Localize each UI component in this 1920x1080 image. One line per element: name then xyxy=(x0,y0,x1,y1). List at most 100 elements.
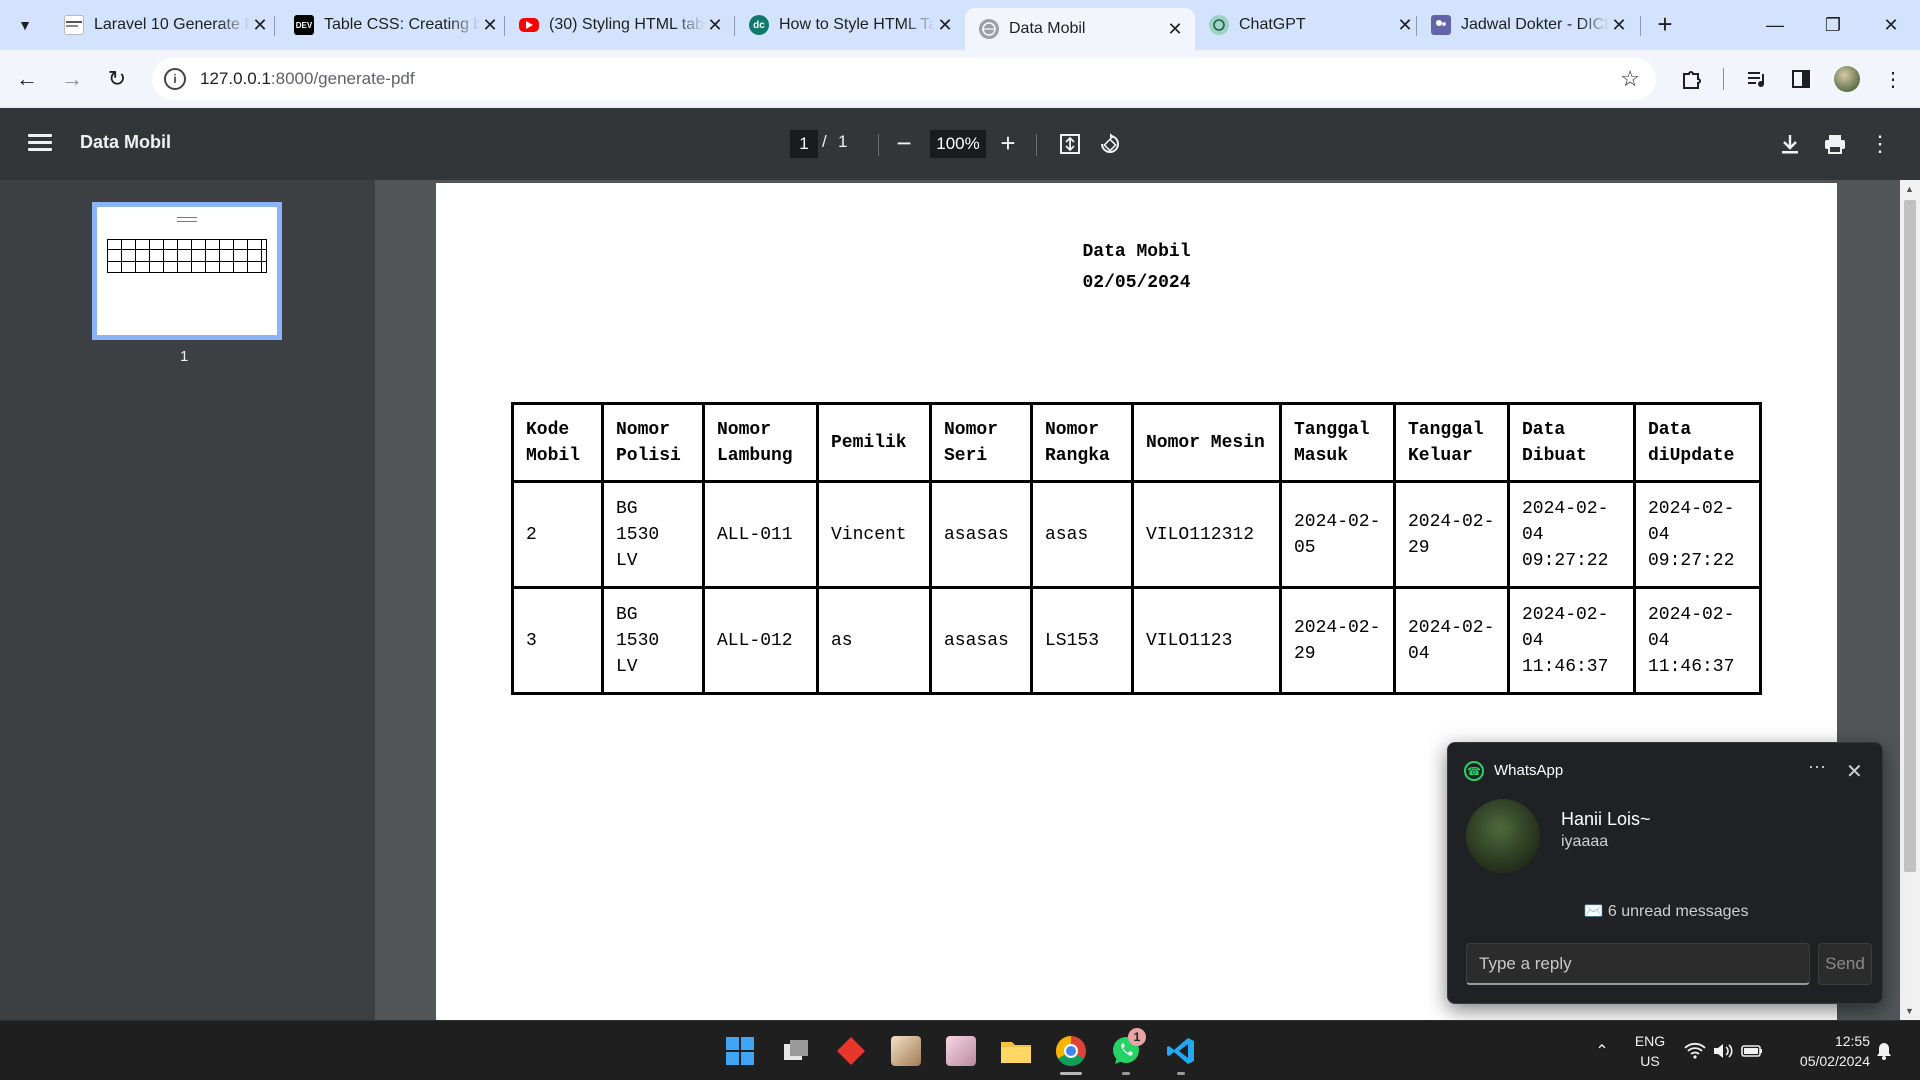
close-icon[interactable]: ✕ xyxy=(1395,15,1415,36)
address-bar[interactable]: i 127.0.0.1:8000/generate-pdf ☆ xyxy=(152,58,1656,100)
side-panel-button[interactable] xyxy=(1784,62,1818,96)
open-app-indicator xyxy=(1122,1072,1130,1075)
chrome-button[interactable] xyxy=(1053,1033,1089,1069)
tab-chatgpt[interactable]: ChatGPT ✕ xyxy=(1195,8,1425,42)
clock-time: 12:55 xyxy=(1834,1033,1870,1049)
url-text[interactable]: 127.0.0.1:8000/generate-pdf xyxy=(200,69,415,89)
file-explorer-button[interactable] xyxy=(998,1033,1034,1069)
system-clock[interactable]: 12:55 05/02/2024 xyxy=(1780,1031,1870,1071)
reply-input[interactable] xyxy=(1466,943,1810,985)
table-header-row: Kode Mobil Nomor Polisi Nomor Lambung Pe… xyxy=(511,402,1762,483)
forward-button[interactable]: → xyxy=(55,62,89,96)
menu-icon[interactable] xyxy=(26,130,54,158)
table-cell: 2024-02-04 09:27:22 xyxy=(1633,480,1762,589)
toolbar-divider xyxy=(1720,62,1726,96)
column-header: Nomor Polisi xyxy=(601,402,705,483)
print-button[interactable] xyxy=(1819,128,1851,160)
zoom-in-button[interactable]: + xyxy=(992,128,1024,160)
table-cell: asas xyxy=(1030,480,1134,589)
tray-overflow-button[interactable]: ⌃ xyxy=(1590,1021,1614,1080)
page-separator: / xyxy=(822,132,827,151)
zoom-out-button[interactable]: − xyxy=(888,128,920,160)
more-vertical-icon: ⋮ xyxy=(1883,68,1903,91)
browser-toolbar: ← → ↻ i 127.0.0.1:8000/generate-pdf ☆ ⋮ xyxy=(0,50,1920,108)
vertical-scrollbar[interactable]: ▲ ▼ xyxy=(1900,180,1920,1020)
table-cell: 2024-02-04 xyxy=(1393,586,1510,695)
thumbnail-title-lines xyxy=(177,217,197,222)
tab-dev[interactable]: DEV Table CSS: Creating beautiful ✕ xyxy=(280,8,510,42)
scrollbar-thumb[interactable] xyxy=(1904,200,1916,872)
table-cell: 2024-02-29 xyxy=(1393,480,1510,589)
page-thumbnail[interactable] xyxy=(92,202,282,340)
close-window-button[interactable]: ✕ xyxy=(1862,0,1920,50)
plus-icon: + xyxy=(1000,128,1016,158)
vscode-button[interactable] xyxy=(1163,1033,1199,1069)
fit-to-page-button[interactable] xyxy=(1054,128,1086,160)
close-icon[interactable]: ✕ xyxy=(705,15,725,36)
tab-title: Data Mobil xyxy=(1009,20,1086,37)
fit-page-icon xyxy=(1060,134,1080,154)
start-button[interactable] xyxy=(722,1033,758,1069)
url-path: :8000/generate-pdf xyxy=(270,69,415,88)
data-table: Kode Mobil Nomor Polisi Nomor Lambung Pe… xyxy=(511,402,1762,695)
arrow-left-icon: ← xyxy=(16,66,38,91)
game-app-icon xyxy=(891,1036,921,1066)
notifications-button[interactable] xyxy=(1876,1021,1896,1080)
toolbar-divider xyxy=(1036,134,1037,156)
table-cell: VILO112312 xyxy=(1131,480,1282,589)
page-number-input[interactable]: 1 xyxy=(790,130,818,158)
tab-laravel[interactable]: Laravel 10 Generate PDF ✕ xyxy=(50,8,280,42)
close-icon[interactable]: ✕ xyxy=(1846,759,1863,784)
column-header: Nomor Mesin xyxy=(1131,402,1282,483)
site-info-icon[interactable]: i xyxy=(164,68,186,90)
language-code: ENG xyxy=(1634,1033,1666,1049)
extensions-button[interactable] xyxy=(1674,62,1708,96)
language-indicator[interactable]: ENG US xyxy=(1630,1031,1670,1071)
maximize-button[interactable]: ❐ xyxy=(1804,0,1862,50)
back-button[interactable]: ← xyxy=(10,62,44,96)
table-cell: ALL-011 xyxy=(702,480,819,589)
pdf-more-button[interactable]: ⋮ xyxy=(1864,128,1896,160)
taskbar-app-red[interactable] xyxy=(833,1033,869,1069)
url-host: 127.0.0.1 xyxy=(200,69,271,88)
scroll-down-icon[interactable]: ▼ xyxy=(1905,1006,1914,1016)
minimize-button[interactable]: — xyxy=(1746,0,1804,50)
whatsapp-icon: ☎ xyxy=(1464,761,1484,781)
table-cell: 2024-02-04 11:46:37 xyxy=(1633,586,1762,695)
close-icon[interactable]: ✕ xyxy=(1165,19,1185,40)
rotate-button[interactable] xyxy=(1094,128,1126,160)
quick-settings-button[interactable] xyxy=(1684,1021,1764,1080)
send-button[interactable]: Send xyxy=(1818,943,1872,985)
youtube-icon xyxy=(519,18,539,32)
close-icon[interactable]: ✕ xyxy=(250,15,270,36)
folder-icon xyxy=(1001,1042,1031,1063)
profile-button[interactable] xyxy=(1830,62,1864,96)
download-button[interactable] xyxy=(1774,128,1806,160)
table-cell: ALL-012 xyxy=(702,586,819,695)
open-app-indicator xyxy=(1177,1072,1185,1075)
tab-search-button[interactable]: ▼ xyxy=(8,9,42,41)
new-tab-button[interactable]: + xyxy=(1650,10,1680,40)
taskbar-app-game[interactable] xyxy=(888,1033,924,1069)
notification-app-name: WhatsApp xyxy=(1494,762,1564,779)
taskbar-app-anime[interactable] xyxy=(943,1033,979,1069)
table-cell: asasas xyxy=(929,586,1033,695)
browser-menu-button[interactable]: ⋮ xyxy=(1876,62,1910,96)
media-control-button[interactable] xyxy=(1740,62,1774,96)
tab-jadwal-dokter[interactable]: Jadwal Dokter - DICK ✕ xyxy=(1417,8,1639,42)
zoom-level-input[interactable]: 100% xyxy=(930,130,986,158)
more-horizontal-icon[interactable]: ⋯ xyxy=(1808,757,1826,778)
scroll-up-icon[interactable]: ▲ xyxy=(1905,184,1914,194)
reload-button[interactable]: ↻ xyxy=(100,62,134,96)
close-icon[interactable]: ✕ xyxy=(1609,15,1629,36)
tab-youtube[interactable]: (30) Styling HTML tables ✕ xyxy=(505,8,735,42)
tab-dc[interactable]: dc How to Style HTML Tables ✕ xyxy=(735,8,965,42)
close-icon[interactable]: ✕ xyxy=(480,15,500,36)
task-view-button[interactable] xyxy=(778,1033,814,1069)
restore-icon: ❐ xyxy=(1824,14,1842,35)
close-icon[interactable]: ✕ xyxy=(935,15,955,36)
tab-data-mobil[interactable]: Data Mobil ✕ xyxy=(965,8,1195,50)
chrome-icon xyxy=(1055,1036,1086,1067)
whatsapp-unread-badge: 1 xyxy=(1128,1028,1146,1046)
bookmark-star-icon[interactable]: ☆ xyxy=(1620,66,1640,92)
